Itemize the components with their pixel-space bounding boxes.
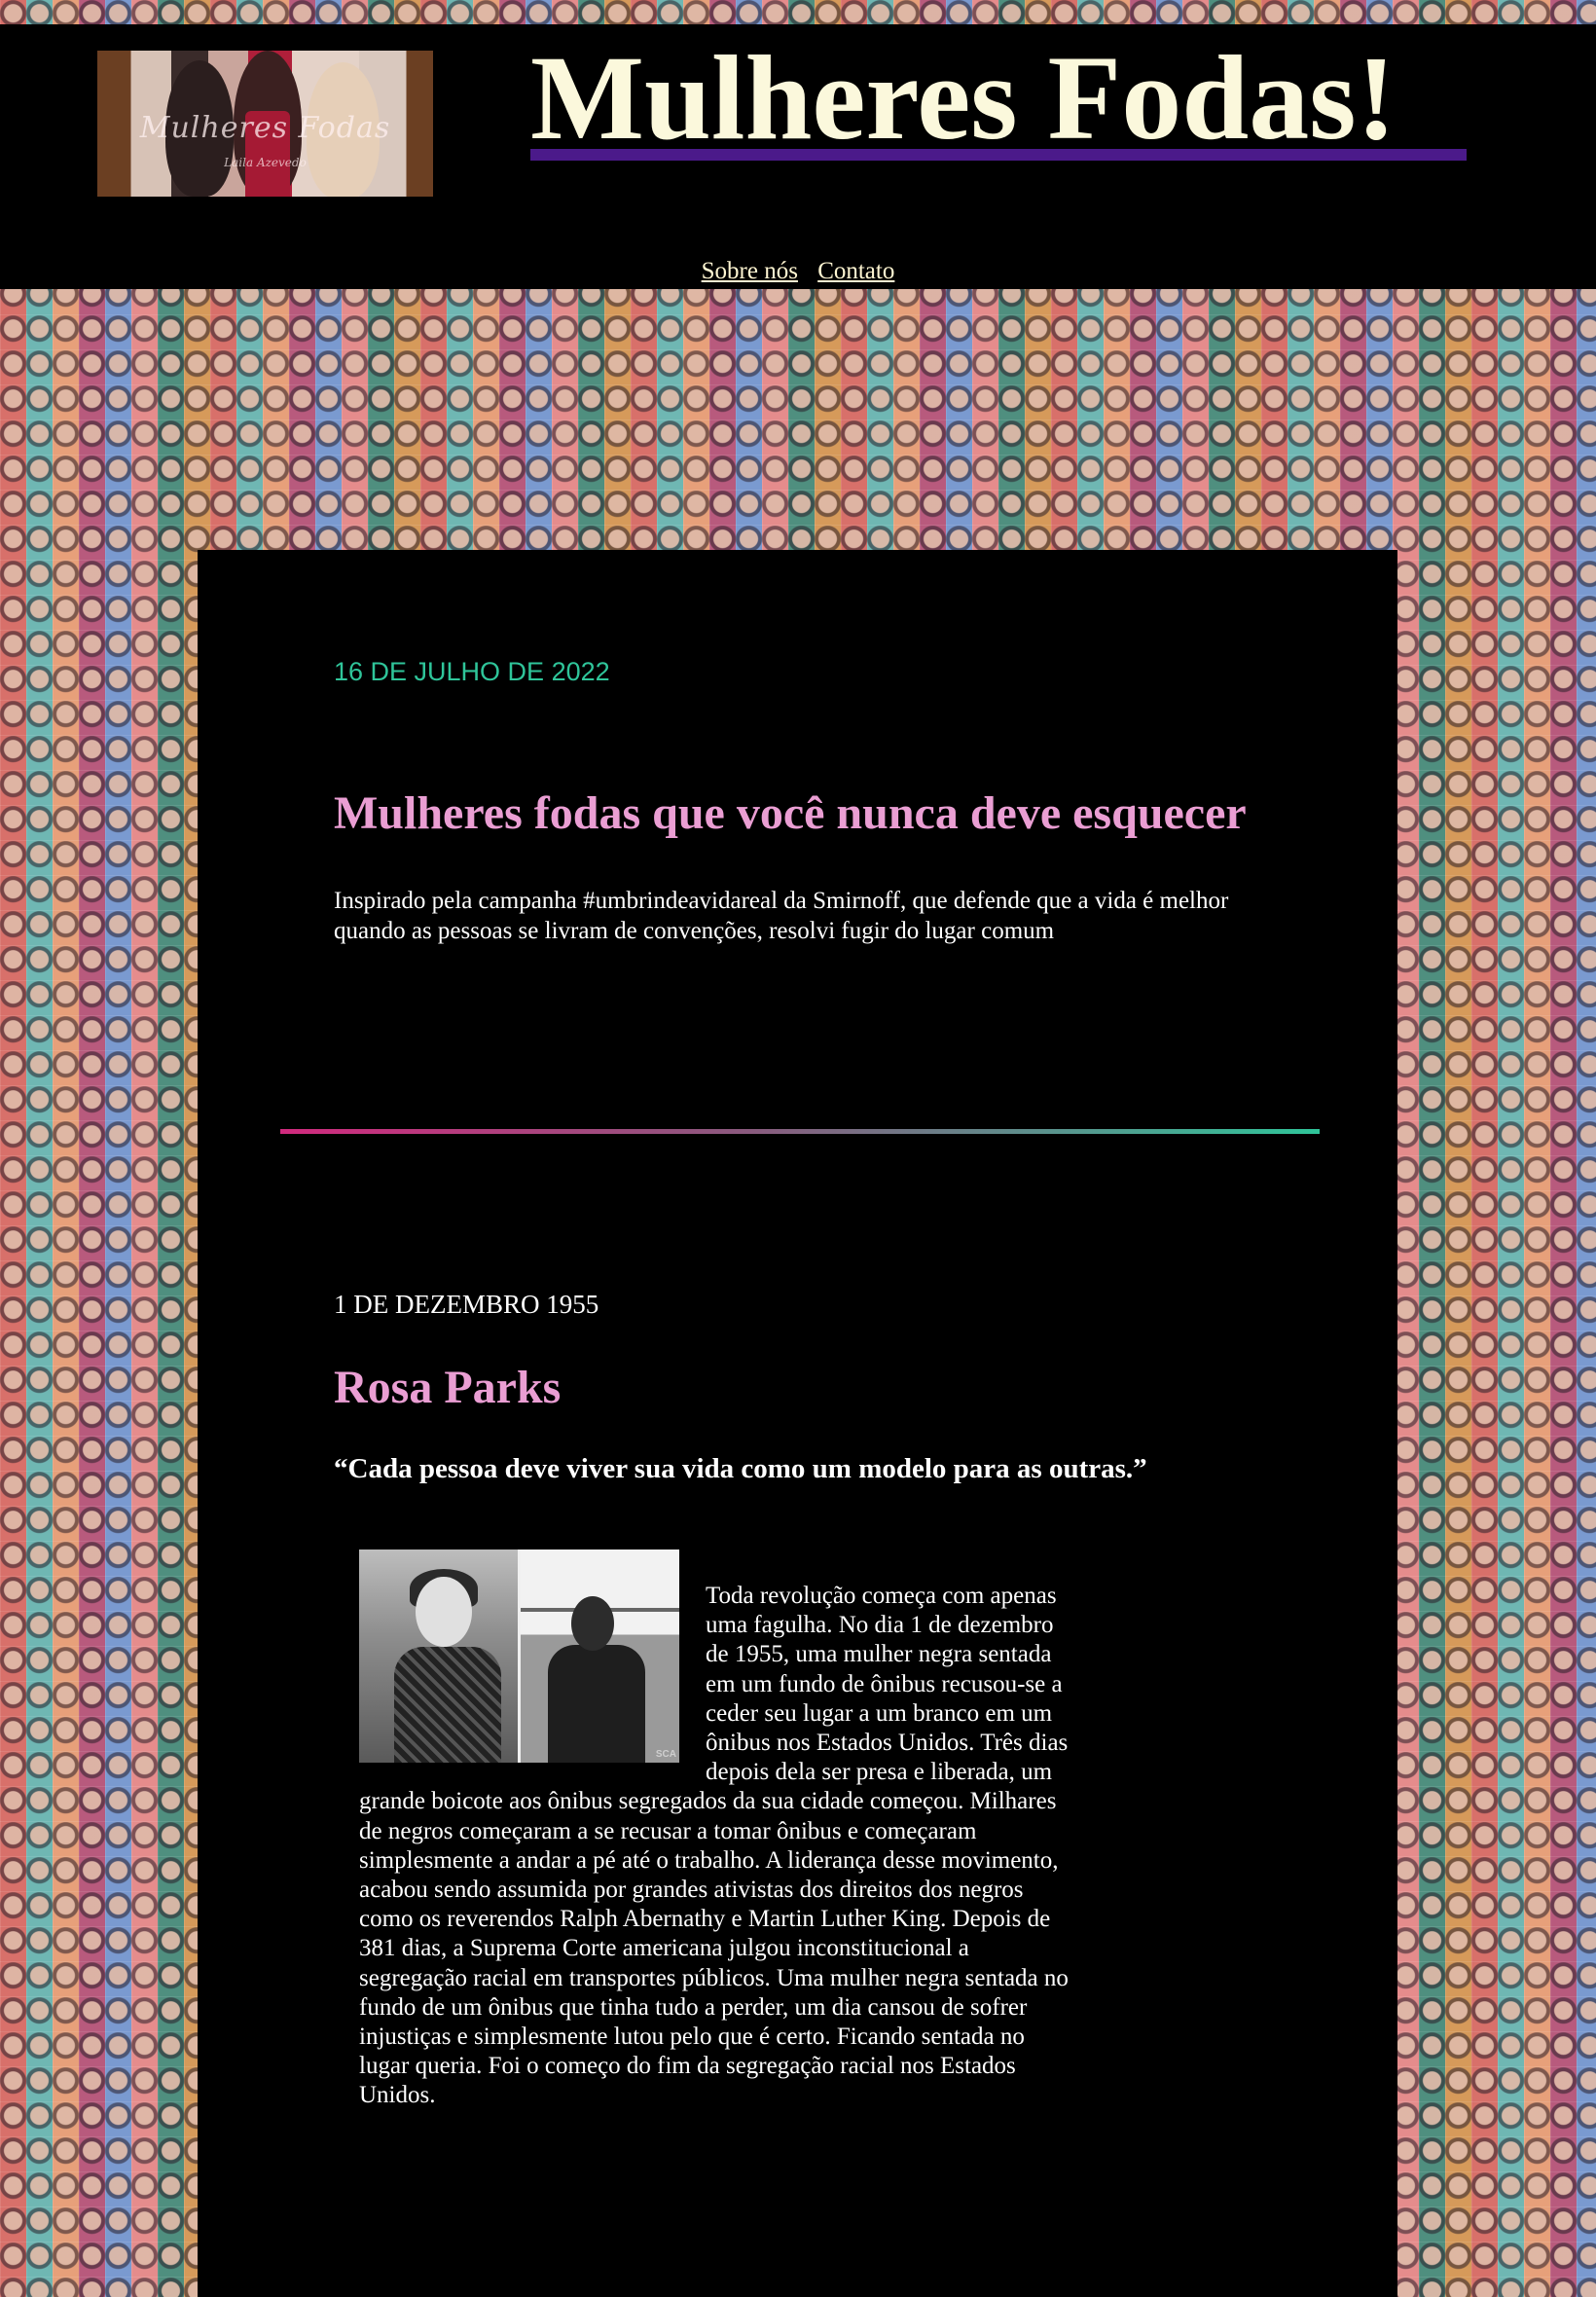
feature-article: SCA Toda revolução começa com apenas uma…	[359, 1550, 1430, 2111]
section-divider	[280, 1129, 1320, 1134]
photo-watermark: SCA	[655, 1749, 676, 1760]
feature-quote: “Cada pessoa deve viver sua vida como um…	[334, 1453, 1147, 1484]
site-logo[interactable]: Mulheres Fodas Laila Azevedo	[97, 51, 433, 197]
post-date: 16 DE JULHO DE 2022	[334, 657, 610, 686]
site-title: Mulheres Fodas!	[530, 31, 1396, 164]
photo-bus-figure-face	[571, 1596, 614, 1651]
main-nav: Sobre nós Contato	[0, 258, 1596, 285]
photo-bus-scene	[521, 1550, 679, 1763]
logo-subtext: Laila Azevedo	[224, 156, 307, 169]
photo-portrait-coat	[394, 1647, 501, 1763]
nav-link-contato[interactable]: Contato	[817, 258, 894, 284]
logo-text: Mulheres Fodas	[139, 111, 391, 145]
post-title: Mulheres fodas que você nunca deve esque…	[334, 787, 1247, 839]
feature-name: Rosa Parks	[334, 1362, 562, 1413]
photo-portrait	[359, 1550, 518, 1763]
post-intro: Inspirado pela campanha #umbrindeavidare…	[334, 888, 1229, 944]
site-title-underline	[530, 149, 1467, 161]
photo-bus-figure-body	[548, 1645, 645, 1763]
photo-portrait-face	[416, 1577, 472, 1647]
nav-link-sobre-nos[interactable]: Sobre nós	[702, 258, 798, 284]
main-content: 16 DE JULHO DE 2022 Mulheres fodas que v…	[198, 550, 1397, 2297]
feature-date: 1 DE DEZEMBRO 1955	[334, 1290, 599, 1319]
feature-photo: SCA	[359, 1550, 679, 1763]
site-header: Mulheres Fodas Laila Azevedo Mulheres Fo…	[0, 24, 1596, 289]
